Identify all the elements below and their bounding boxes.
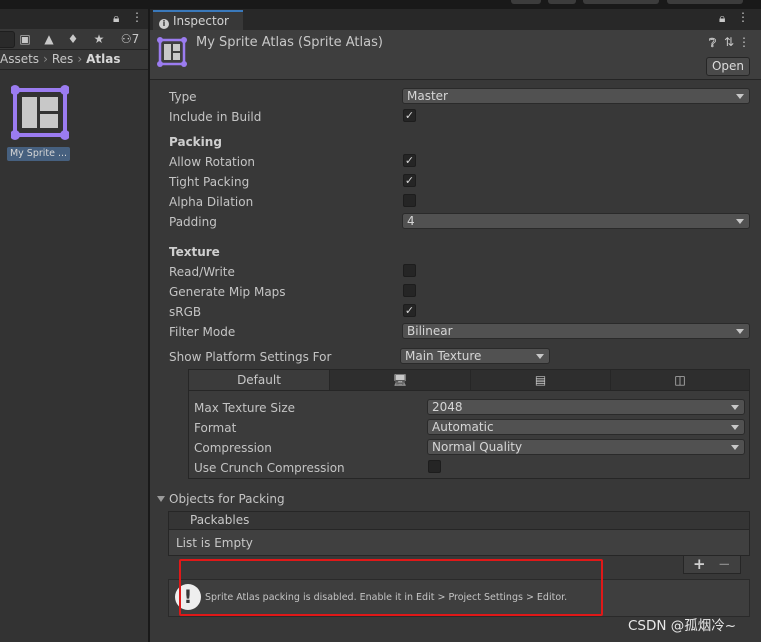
allow-rotation-label: Allow Rotation — [169, 155, 256, 169]
filter-mode-value: Bilinear — [407, 324, 453, 338]
crunch-compression-checkbox[interactable] — [428, 460, 441, 473]
generate-mipmaps-checkbox[interactable] — [403, 284, 416, 297]
project-tab-bar — [0, 9, 148, 29]
remove-item-button[interactable]: − — [718, 555, 731, 573]
dropdown-arrow-icon — [731, 425, 739, 430]
tab-webgl[interactable]: ◫ — [610, 370, 749, 390]
include-in-build-checkbox[interactable]: ✓ — [403, 109, 416, 122]
filter-by-label-icon[interactable]: ♦ — [64, 31, 82, 47]
filter-mode-label: Filter Mode — [169, 325, 236, 339]
foldout-triangle-icon[interactable] — [157, 496, 165, 502]
alpha-dilation-label: Alpha Dilation — [169, 195, 254, 209]
filter-mode-dropdown[interactable]: Bilinear — [402, 323, 750, 339]
filter-by-type-icon[interactable]: ▲ — [40, 31, 58, 47]
compression-label: Compression — [194, 441, 272, 455]
preset-icon[interactable]: ⇅ — [724, 35, 734, 49]
add-item-button[interactable]: + — [693, 555, 706, 573]
include-in-build-label: Include in Build — [169, 110, 262, 124]
dropdown-arrow-icon — [731, 405, 739, 410]
padding-label: Padding — [169, 215, 217, 229]
tab-server[interactable]: ▤ — [470, 370, 610, 390]
padding-dropdown[interactable]: 4 — [402, 213, 750, 229]
tab-standalone[interactable]: 🖥︎ — [329, 370, 470, 390]
texture-header: Texture — [169, 245, 220, 259]
info-icon: i — [159, 19, 169, 29]
packables-list: List is Empty — [168, 530, 750, 556]
search-input[interactable] — [0, 31, 15, 48]
webgl-icon: ◫ — [674, 373, 686, 387]
max-texture-size-value: 2048 — [432, 400, 463, 414]
help-icon[interactable]: ❔︎ — [709, 36, 716, 51]
more-options-icon[interactable]: ⋮ — [737, 10, 749, 24]
dropdown-arrow-icon — [736, 219, 744, 224]
srgb-label: sRGB — [169, 305, 202, 319]
chevron-right-icon: › — [43, 52, 48, 66]
tight-packing-checkbox[interactable]: ✓ — [403, 174, 416, 187]
toolbar-button[interactable] — [548, 0, 576, 4]
sprite-atlas-asset-icon[interactable] — [11, 85, 69, 145]
dropdown-arrow-icon — [536, 354, 544, 359]
watermark: CSDN @孤烟冷~ — [628, 618, 737, 634]
compression-dropdown[interactable]: Normal Quality — [427, 439, 745, 455]
dropdown-arrow-icon — [736, 329, 744, 334]
platform-settings-label: Show Platform Settings For — [169, 350, 332, 364]
type-value: Master — [407, 89, 448, 103]
padding-value: 4 — [407, 214, 415, 228]
platform-settings-value: Main Texture — [405, 349, 482, 363]
read-write-checkbox[interactable] — [403, 264, 416, 277]
more-options-icon[interactable]: ⋮ — [131, 10, 143, 24]
tab-divider — [189, 390, 749, 391]
generate-mipmaps-label: Generate Mip Maps — [169, 285, 286, 299]
crunch-compression-label: Use Crunch Compression — [194, 461, 345, 475]
alpha-dilation-checkbox[interactable] — [403, 194, 416, 207]
packables-header: Packables — [168, 511, 750, 530]
toolbar-dropdown[interactable] — [667, 0, 743, 4]
tight-packing-label: Tight Packing — [169, 175, 250, 189]
breadcrumb: Assets › Res › Atlas — [0, 50, 148, 70]
breadcrumb-res[interactable]: Res — [52, 52, 73, 66]
packing-header: Packing — [169, 135, 222, 149]
compression-value: Normal Quality — [432, 440, 523, 454]
monitor-icon: 🖥︎ — [392, 373, 408, 387]
sprite-atlas-icon — [157, 37, 187, 67]
tab-inspector[interactable]: i Inspector — [153, 10, 243, 30]
toolbar-dropdown[interactable] — [583, 0, 659, 4]
lock-icon[interactable]: 🔒︎ — [719, 11, 725, 26]
more-options-icon[interactable]: ⋮ — [738, 35, 750, 49]
format-label: Format — [194, 421, 237, 435]
type-dropdown[interactable]: Master — [402, 88, 750, 104]
breadcrumb-assets[interactable]: Assets — [0, 52, 39, 66]
open-button[interactable]: Open — [706, 57, 750, 76]
type-label: Type — [169, 90, 197, 104]
favorites-star-icon[interactable]: ★ — [90, 31, 108, 47]
allow-rotation-checkbox[interactable]: ✓ — [403, 154, 416, 167]
format-dropdown[interactable]: Automatic — [427, 419, 745, 435]
srgb-checkbox[interactable]: ✓ — [403, 304, 416, 317]
server-icon: ▤ — [534, 373, 547, 387]
chevron-right-icon: › — [77, 52, 83, 66]
platform-settings-dropdown[interactable]: Main Texture — [400, 348, 550, 364]
breadcrumb-atlas[interactable]: Atlas — [86, 52, 120, 66]
hidden-packages-icon[interactable]: ⚇7 — [117, 31, 143, 47]
read-write-label: Read/Write — [169, 265, 235, 279]
highlight-annotation — [179, 559, 603, 616]
max-texture-size-dropdown[interactable]: 2048 — [427, 399, 745, 415]
dropdown-arrow-icon — [731, 445, 739, 450]
tab-default[interactable]: Default — [189, 370, 329, 390]
search-by-type-icon[interactable]: ▣ — [16, 31, 34, 47]
inspector-title: My Sprite Atlas (Sprite Atlas) — [196, 35, 383, 50]
asset-label[interactable]: My Sprite ... — [7, 147, 70, 161]
lock-icon[interactable]: 🔒︎ — [113, 11, 119, 26]
hidden-count: 7 — [131, 32, 140, 46]
toolbar-button[interactable] — [511, 0, 541, 4]
max-texture-size-label: Max Texture Size — [194, 401, 295, 415]
dropdown-arrow-icon — [736, 94, 744, 99]
format-value: Automatic — [432, 420, 494, 434]
tab-inspector-label: Inspector — [173, 14, 229, 28]
objects-for-packing-foldout[interactable]: Objects for Packing — [169, 492, 285, 506]
list-footer — [683, 556, 741, 574]
